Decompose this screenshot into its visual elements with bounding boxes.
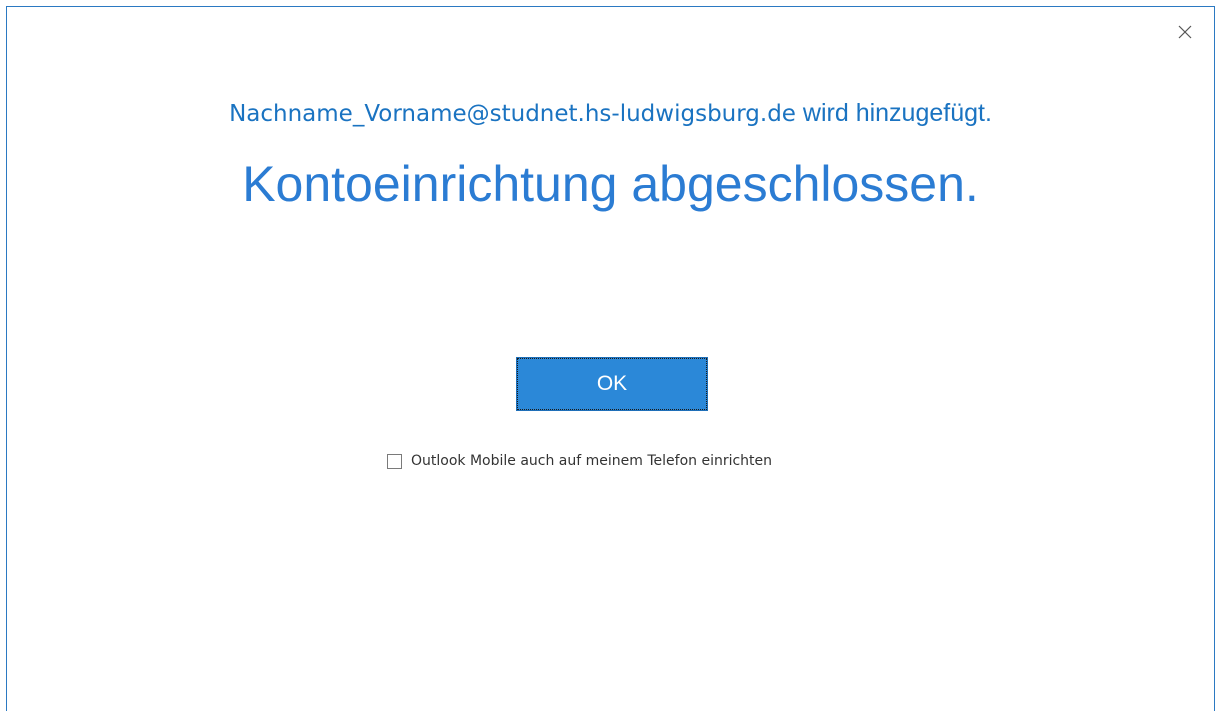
page-title: Kontoeinrichtung abgeschlossen. <box>242 156 979 212</box>
account-email: Nachname_Vorname@studnet.hs-ludwigsburg.… <box>229 101 796 127</box>
mobile-setup-label[interactable]: Outlook Mobile auch auf meinem Telefon e… <box>411 453 772 469</box>
close-icon <box>1178 25 1192 39</box>
adding-suffix: wird hinzugefügt. <box>795 99 992 127</box>
ok-button[interactable]: OK <box>516 357 708 411</box>
close-button[interactable] <box>1172 19 1198 45</box>
adding-account-message: Nachname_Vorname@studnet.hs-ludwigsburg.… <box>7 99 1214 128</box>
mobile-setup-option[interactable]: Outlook Mobile auch auf meinem Telefon e… <box>387 453 772 469</box>
mobile-setup-checkbox[interactable] <box>387 453 402 469</box>
account-setup-dialog: Nachname_Vorname@studnet.hs-ludwigsburg.… <box>6 6 1215 711</box>
